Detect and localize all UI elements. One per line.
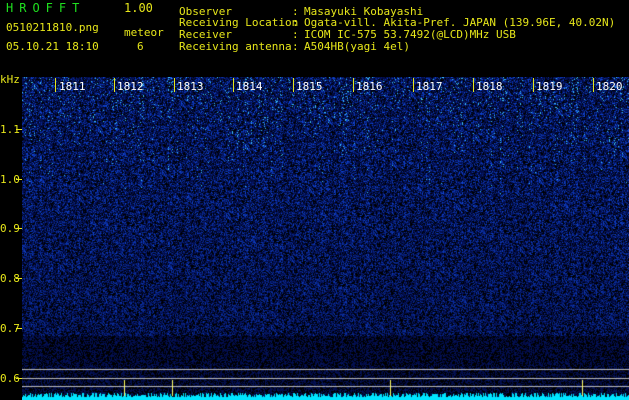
axis-tick-marks (16, 78, 594, 379)
